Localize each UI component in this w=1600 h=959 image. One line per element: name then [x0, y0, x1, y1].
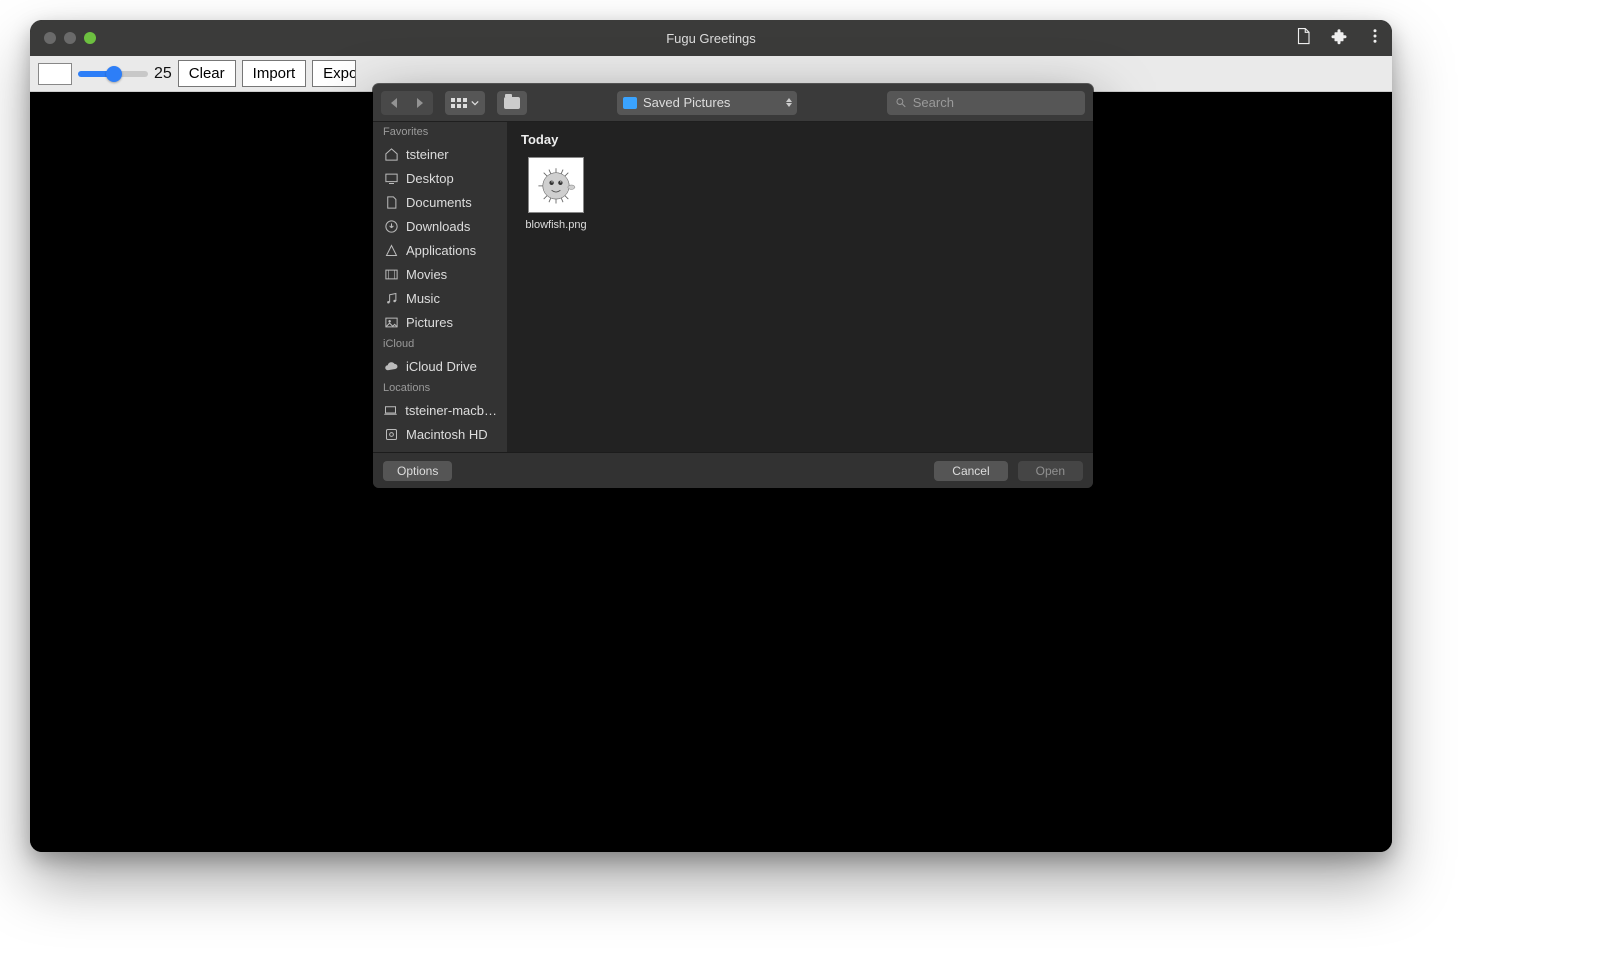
kebab-menu-icon[interactable]	[1366, 27, 1384, 50]
sidebar-item-label: Downloads	[406, 219, 470, 234]
search-input[interactable]	[913, 95, 1077, 110]
sidebar-item-label: tsteiner	[406, 147, 449, 162]
doc-icon	[383, 194, 399, 210]
cloud-icon	[383, 358, 399, 374]
folder-icon	[504, 97, 520, 109]
sidebar-item-label: iCloud Drive	[406, 359, 477, 374]
file-name-label: blowfish.png	[525, 219, 586, 231]
dialog-toolbar: Saved Pictures	[373, 84, 1093, 122]
sidebar-item-label: tsteiner-macb…	[405, 403, 497, 418]
home-icon	[383, 146, 399, 162]
open-button[interactable]: Open	[1018, 461, 1083, 481]
sidebar-item[interactable]: Pictures	[373, 310, 507, 334]
dialog-sidebar[interactable]: Favorites tsteiner Desktop Documents Downloa…	[373, 122, 507, 452]
dialog-footer: Options Cancel Open	[373, 452, 1093, 488]
sidebar-item-label: Music	[406, 291, 440, 306]
download-icon	[383, 218, 399, 234]
color-swatch[interactable]	[38, 63, 72, 85]
sidebar-item-label: Desktop	[406, 171, 454, 186]
sidebar-item[interactable]: tsteiner	[373, 142, 507, 166]
sidebar-section-header: Favorites	[373, 122, 507, 142]
brush-size-value: 25	[154, 65, 172, 83]
folder-icon	[623, 97, 637, 109]
sidebar-item[interactable]: Movies	[373, 262, 507, 286]
sidebar-section-header: Locations	[373, 378, 507, 398]
brush-size-slider[interactable]	[78, 71, 148, 77]
laptop-icon	[383, 402, 398, 418]
music-icon	[383, 290, 399, 306]
chevron-updown-icon	[786, 98, 792, 107]
apps-icon	[383, 242, 399, 258]
sidebar-item-label: Applications	[406, 243, 476, 258]
app-window: Fugu Greetings 25 Clear Import Export	[30, 20, 1392, 852]
sidebar-item-label: Movies	[406, 267, 447, 282]
sidebar-item[interactable]: Downloads	[373, 214, 507, 238]
location-dropdown[interactable]: Saved Pictures	[617, 91, 797, 115]
sidebar-item[interactable]: iCloud Drive	[373, 354, 507, 378]
sidebar-item-label: Documents	[406, 195, 472, 210]
sidebar-item[interactable]: Music	[373, 286, 507, 310]
sidebar-item[interactable]: Desktop	[373, 166, 507, 190]
export-button[interactable]: Export	[312, 60, 356, 87]
sidebar-item-label: Pictures	[406, 315, 453, 330]
disk-icon	[383, 426, 399, 442]
movie-icon	[383, 266, 399, 282]
import-button[interactable]: Import	[242, 60, 307, 87]
window-title: Fugu Greetings	[30, 31, 1392, 46]
view-mode-button[interactable]	[445, 91, 485, 115]
options-button[interactable]: Options	[383, 461, 452, 481]
sidebar-item[interactable]: tsteiner-macb…	[373, 398, 507, 422]
window-titlebar: Fugu Greetings	[30, 20, 1392, 56]
page-icon[interactable]	[1294, 27, 1312, 50]
pictures-icon	[383, 314, 399, 330]
sidebar-item[interactable]: Applications	[373, 238, 507, 262]
extensions-icon[interactable]	[1330, 27, 1348, 50]
sidebar-item[interactable]: Documents	[373, 190, 507, 214]
search-icon	[895, 96, 907, 109]
location-label: Saved Pictures	[643, 95, 730, 110]
cancel-button[interactable]: Cancel	[934, 461, 1007, 481]
group-button[interactable]	[497, 91, 527, 115]
file-open-dialog: Saved Pictures Favorites tsteiner Desktop D…	[373, 84, 1093, 488]
file-item[interactable]: blowfish.png	[521, 157, 591, 231]
search-field[interactable]	[887, 91, 1085, 115]
nav-back-button[interactable]	[381, 91, 407, 115]
sidebar-item[interactable]: Macintosh HD	[373, 422, 507, 446]
sidebar-item-label: Macintosh HD	[406, 427, 488, 442]
clear-button[interactable]: Clear	[178, 60, 236, 87]
content-group-header: Today	[521, 132, 1079, 147]
desktop-icon	[383, 170, 399, 186]
file-thumbnail	[528, 157, 584, 213]
sidebar-section-header: iCloud	[373, 334, 507, 354]
nav-forward-button[interactable]	[407, 91, 433, 115]
dialog-content: Today blowfish.png	[507, 122, 1093, 452]
